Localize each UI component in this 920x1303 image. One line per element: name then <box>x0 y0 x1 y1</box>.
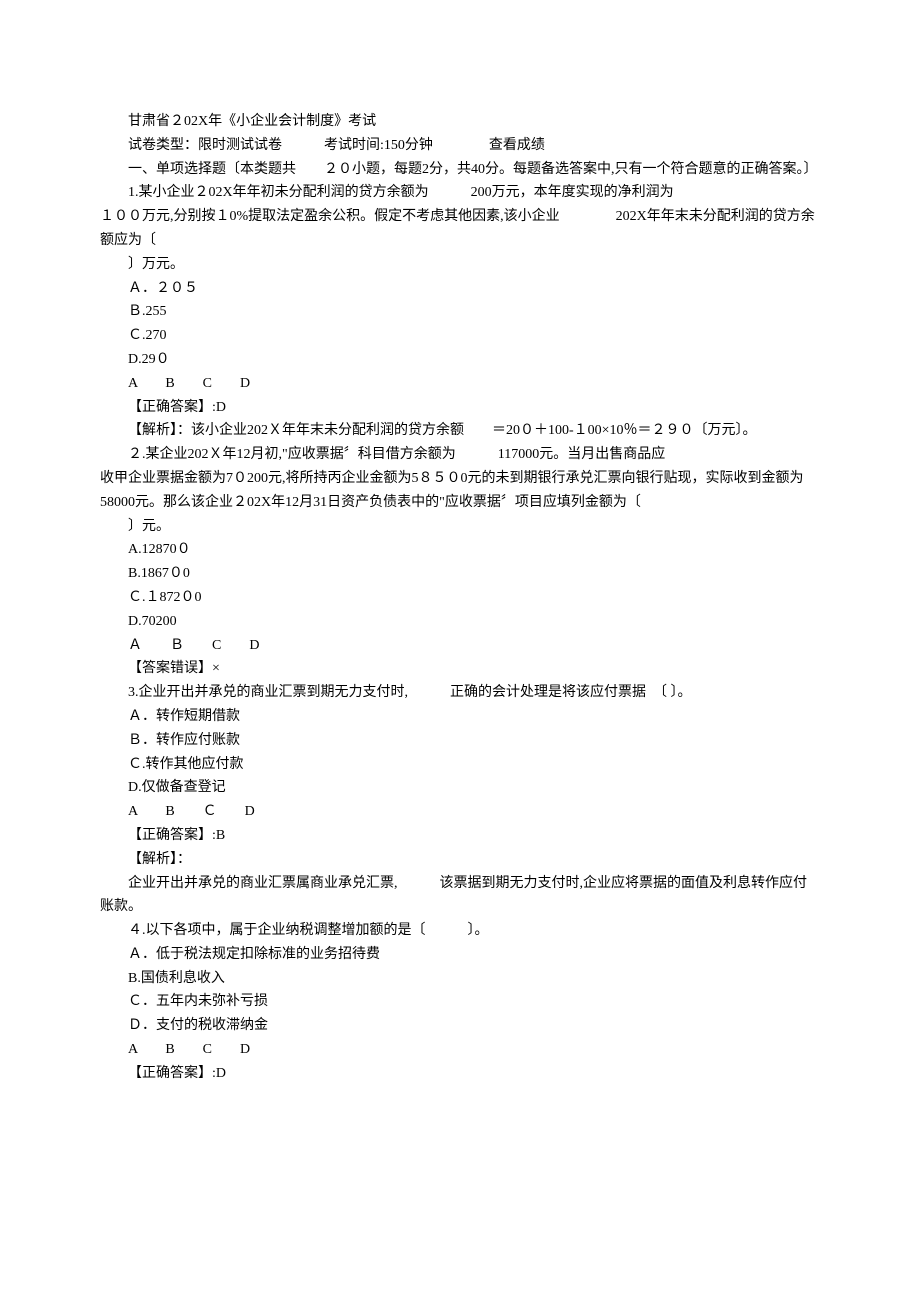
q3-option-d: D.仅做备查登记 <box>100 776 820 800</box>
q3-explain-body: 企业开出并承兑的商业汇票属商业承兑汇票, 该票据到期无力支付时,企业应将票据的面… <box>100 872 820 920</box>
q3-explain-label: 【解析】： <box>100 848 820 872</box>
q3-stem: 3.企业开出并承兑的商业汇票到期无力支付时, 正确的会计处理是将该应付票据 〔 … <box>100 681 820 705</box>
section-heading: 一、单项选择题〔本类题共 ２０小题，每题2分，共40分。每题备选答案中,只有一个… <box>100 158 820 182</box>
q4-stem: ４.以下各项中，属于企业纳税调整增加额的是〔 〕。 <box>100 919 820 943</box>
q1-stem-line3: 〕万元。 <box>100 253 820 277</box>
q4-option-b: B.国债利息收入 <box>100 967 820 991</box>
q3-option-c: Ｃ.转作其他应付款 <box>100 753 820 777</box>
q2-option-d: D.70200 <box>100 610 820 634</box>
q3-choice-row: A B Ｃ D <box>100 800 820 824</box>
exam-document: 甘肃省２02X年《小企业会计制度》考试 试卷类型：限时测试试卷 考试时间:150… <box>0 0 920 1126</box>
q1-answer: 【正确答案】:D <box>100 396 820 420</box>
q3-answer: 【正确答案】:B <box>100 824 820 848</box>
q4-option-d: Ｄ．支付的税收滞纳金 <box>100 1014 820 1038</box>
q1-option-d: D.29０ <box>100 348 820 372</box>
exam-meta: 试卷类型：限时测试试卷 考试时间:150分钟 查看成绩 <box>100 134 820 158</box>
q4-answer: 【正确答案】:D <box>100 1062 820 1086</box>
q4-option-c: Ｃ．五年内未弥补亏损 <box>100 990 820 1014</box>
q1-stem-line1: 1.某小企业２02X年年初未分配利润的贷方余额为 200万元，本年度实现的净利润… <box>100 181 820 205</box>
q3-option-a: Ａ．转作短期借款 <box>100 705 820 729</box>
q1-explain: 【解析】：该小企业202Ｘ年年末未分配利润的贷方余额 ＝20０＋100-１00×… <box>100 419 820 443</box>
q3-option-b: Ｂ．转作应付账款 <box>100 729 820 753</box>
q1-option-a: Ａ．２０５ <box>100 277 820 301</box>
q2-answer: 【答案错误】× <box>100 657 820 681</box>
q2-stem-line2: 收甲企业票据金额为7０200元,将所持丙企业金额为5８５０0元的未到期银行承兑汇… <box>100 467 820 515</box>
q4-option-a: Ａ．低于税法规定扣除标准的业务招待费 <box>100 943 820 967</box>
q2-choice-row: Ａ Ｂ C D <box>100 634 820 658</box>
q1-choice-row: A B C D <box>100 372 820 396</box>
q1-option-b: Ｂ.255 <box>100 300 820 324</box>
q2-stem-line3: 〕元。 <box>100 515 820 539</box>
q4-choice-row: A B C D <box>100 1038 820 1062</box>
q2-option-b: B.1867０0 <box>100 562 820 586</box>
q1-stem-line2: １００万元,分别按１0%提取法定盈余公积。假定不考虑其他因素,该小企业 202X… <box>100 205 820 253</box>
exam-title: 甘肃省２02X年《小企业会计制度》考试 <box>100 110 820 134</box>
q2-option-c: Ｃ.１872０0 <box>100 586 820 610</box>
q2-stem-line1: ２.某企业202Ｘ年12月初,"应收票据〞科目借方余额为 117000元。当月出… <box>100 443 820 467</box>
q2-option-a: A.12870０ <box>100 538 820 562</box>
q1-option-c: Ｃ.270 <box>100 324 820 348</box>
